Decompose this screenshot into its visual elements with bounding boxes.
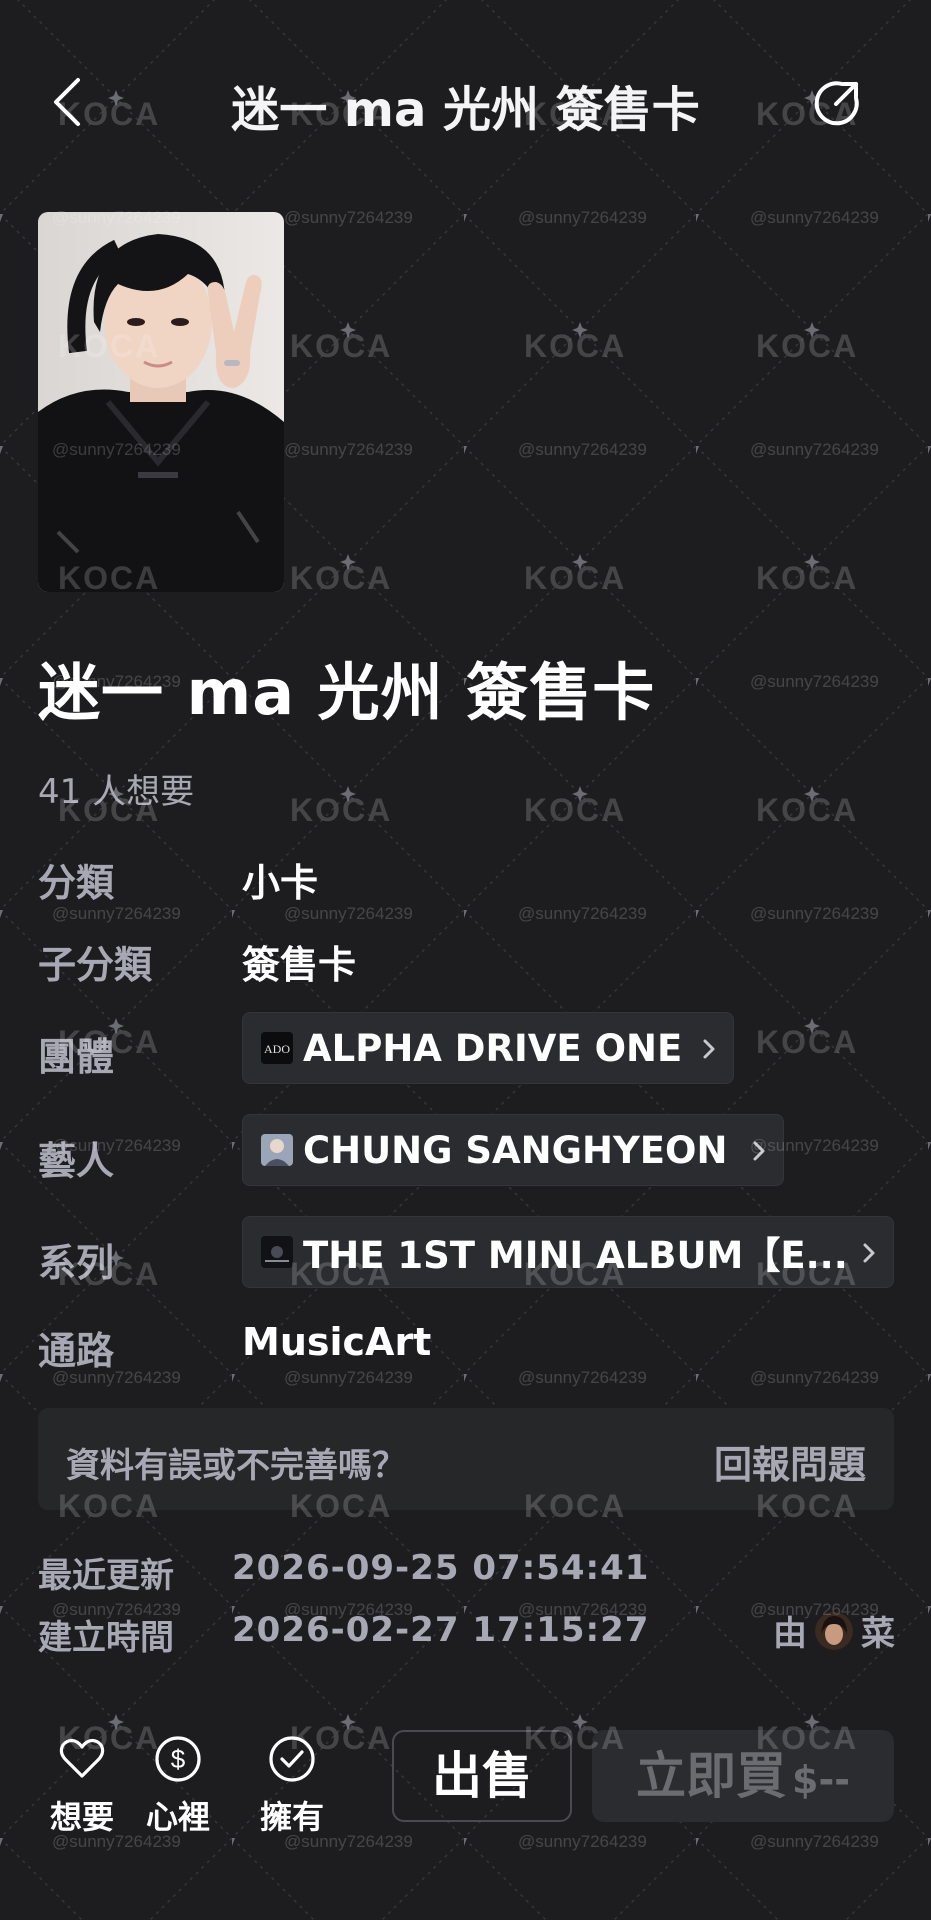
dollar-icon: $ xyxy=(155,1736,201,1782)
group-label: 團體 xyxy=(38,1035,115,1079)
artist-name: CHUNG SANGHYEON xyxy=(303,1128,728,1172)
chevron-right-icon xyxy=(753,1141,765,1161)
buy-now-button[interactable]: 立即買 $-- xyxy=(592,1730,894,1822)
top-bar: 迷一 ma 光州 簽售卡 xyxy=(0,62,931,142)
artist-chip[interactable]: CHUNG SANGHYEON xyxy=(242,1114,784,1186)
chevron-right-icon xyxy=(863,1243,875,1263)
buy-now-label: 立即買 xyxy=(636,1747,786,1805)
photocard-image[interactable] xyxy=(38,212,284,592)
want-button[interactable]: 想要 xyxy=(44,1734,120,1838)
page-title: 迷一 ma 光州 簽售卡 xyxy=(231,82,700,138)
heart-icon xyxy=(59,1738,105,1778)
updated-value: 2026-09-25 07:54:41 xyxy=(232,1548,650,1588)
updated-label: 最近更新 xyxy=(38,1556,174,1596)
channel-label: 通路 xyxy=(38,1329,115,1373)
group-name: ALPHA DRIVE ONE xyxy=(303,1026,683,1070)
back-button[interactable] xyxy=(44,72,94,132)
artist-thumbnail xyxy=(261,1134,293,1166)
series-chip[interactable]: THE 1ST MINI ALBUM【E... xyxy=(242,1216,894,1288)
creator-name: 菜 xyxy=(861,1614,895,1654)
subcategory-label: 子分類 xyxy=(38,943,153,987)
chevron-left-icon xyxy=(54,78,80,126)
share-icon xyxy=(814,81,859,126)
buy-now-price: $-- xyxy=(792,1758,850,1802)
card-title: 迷一 ma 光州 簽售卡 xyxy=(38,656,656,729)
created-by[interactable]: 由 菜 xyxy=(773,1606,895,1655)
report-issue-box: 資料有誤或不完善嗎？ 回報問題 xyxy=(38,1408,894,1510)
sell-button[interactable]: 出售 xyxy=(392,1730,572,1822)
category-value: 小卡 xyxy=(242,861,319,905)
creator-avatar xyxy=(815,1611,853,1650)
report-question: 資料有誤或不完善嗎？ xyxy=(66,1446,406,1486)
want-count: 41 人想要 xyxy=(38,772,195,812)
svg-text:$: $ xyxy=(171,1744,186,1774)
report-issue-button[interactable]: 回報問題 xyxy=(714,1434,866,1489)
chevron-right-icon xyxy=(703,1039,715,1059)
category-label: 分類 xyxy=(38,861,115,905)
check-circle-icon xyxy=(269,1736,315,1782)
share-button[interactable] xyxy=(812,76,864,128)
series-name: THE 1ST MINI ALBUM【E... xyxy=(303,1234,848,1277)
wishlist-button[interactable]: $ 心裡 xyxy=(140,1734,216,1838)
own-button[interactable]: 擁有 xyxy=(254,1734,330,1838)
subcategory-value: 簽售卡 xyxy=(242,943,357,987)
created-label: 建立時間 xyxy=(38,1618,174,1658)
svg-text:ADO: ADO xyxy=(264,1042,290,1056)
series-album-thumbnail xyxy=(261,1236,293,1268)
created-value: 2026-02-27 17:15:27 xyxy=(232,1610,650,1650)
want-label: 想要 xyxy=(49,1798,114,1836)
group-logo-thumbnail: ADO xyxy=(261,1032,293,1064)
created-by-prefix: 由 xyxy=(773,1614,807,1654)
group-chip[interactable]: ADO ALPHA DRIVE ONE xyxy=(242,1012,734,1084)
series-label: 系列 xyxy=(38,1241,115,1285)
own-label: 擁有 xyxy=(259,1798,324,1836)
channel-value: MusicArt xyxy=(242,1320,432,1364)
artist-label: 藝人 xyxy=(38,1139,115,1183)
wishlist-label: 心裡 xyxy=(145,1798,210,1836)
